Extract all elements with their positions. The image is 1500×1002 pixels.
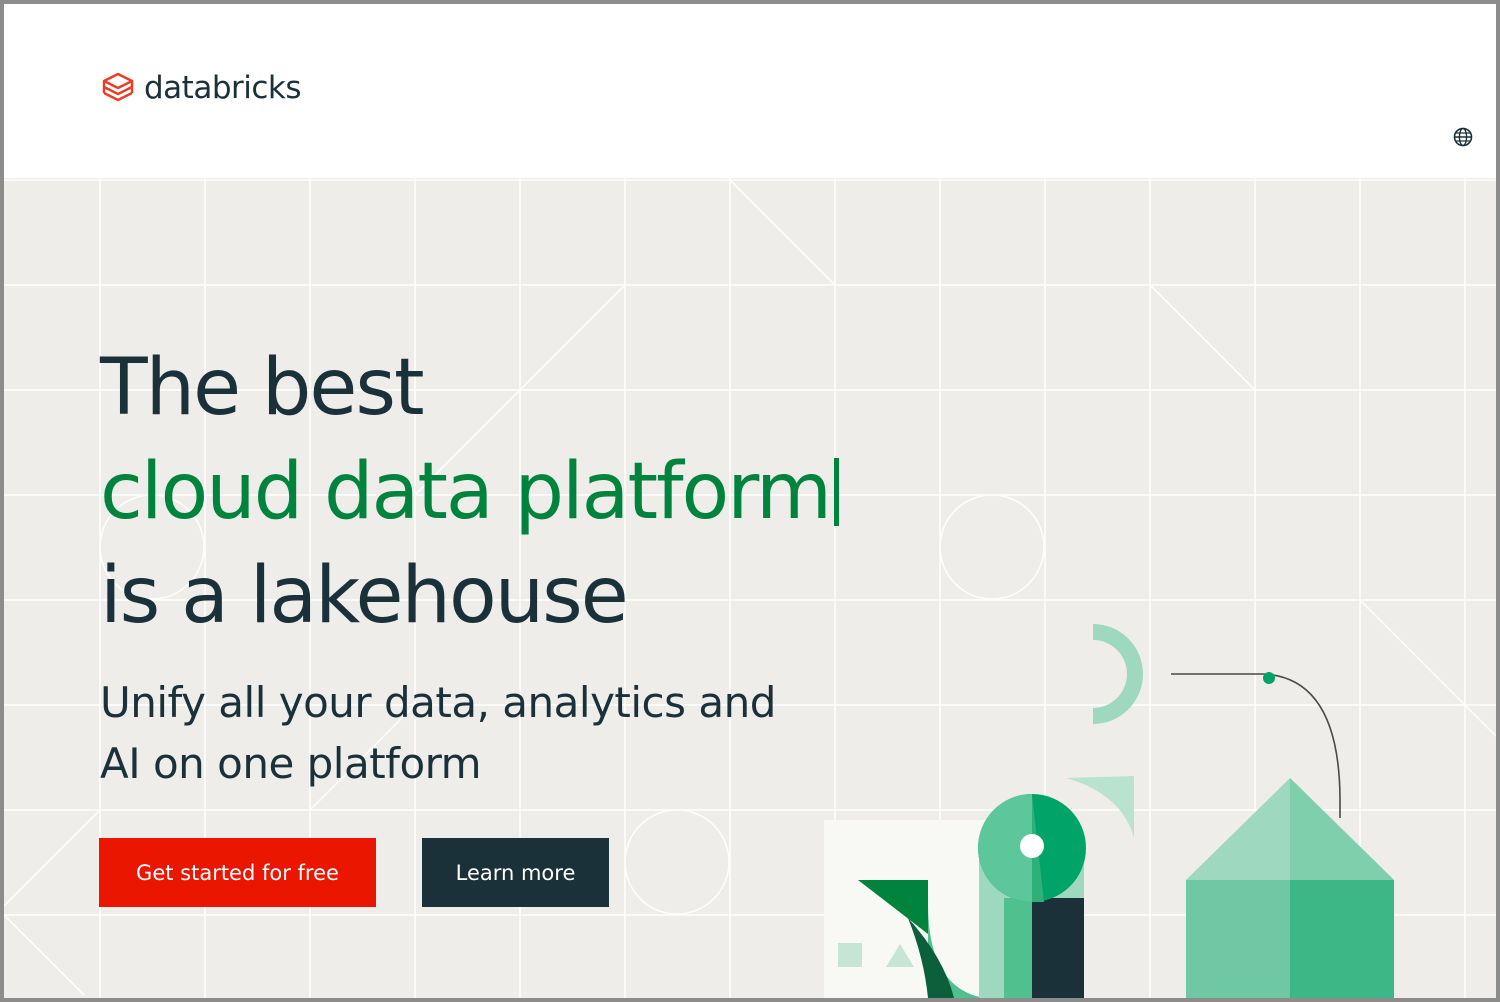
headline-line-2: cloud data platform — [100, 447, 839, 537]
hero-subheading: Unify all your data, analytics and AI on… — [100, 672, 776, 794]
headline-line-3: is a lakehouse — [100, 551, 629, 641]
lakehouse-illustration — [824, 624, 1394, 998]
hero-section: The best cloud data platform is a lakeho… — [4, 178, 1496, 998]
databricks-logo-icon — [102, 72, 134, 102]
typing-cursor — [833, 458, 839, 526]
learn-more-button[interactable]: Learn more — [422, 838, 609, 907]
get-started-button[interactable]: Get started for free — [99, 838, 376, 907]
hero-headline: The best cloud data platform is a lakeho… — [100, 336, 839, 648]
brand-name: databricks — [144, 70, 302, 106]
subhead-line-1: Unify all your data, analytics and — [100, 678, 776, 727]
site-header: databricks — [4, 4, 1496, 178]
headline-line-1: The best — [100, 343, 425, 433]
globe-icon[interactable] — [1452, 126, 1474, 148]
databricks-logo[interactable]: databricks — [100, 70, 302, 106]
headline-accent-text: cloud data platform — [100, 447, 832, 537]
subhead-line-2: AI on one platform — [100, 739, 482, 788]
